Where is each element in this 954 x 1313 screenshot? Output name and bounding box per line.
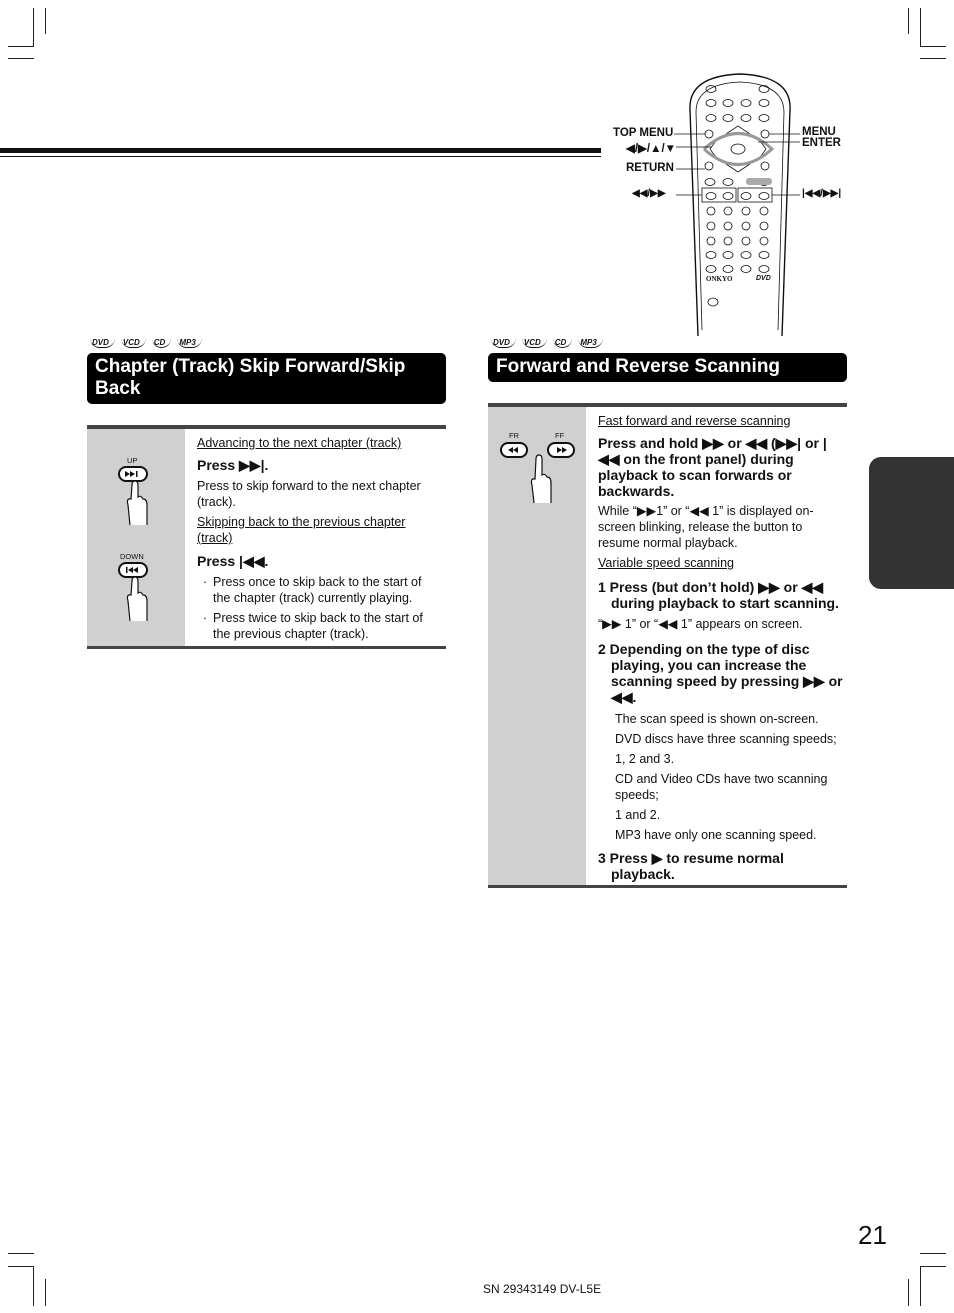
header-rule-thin — [0, 156, 601, 157]
scanning-instructions: Fast forward and reverse scanning Press … — [598, 413, 843, 882]
down-button-label: DOWN — [120, 552, 144, 561]
disc-type-badges: DVD VCD CD MP3 — [491, 338, 603, 348]
crop-mark — [33, 1266, 34, 1306]
note-line: The scan speed is shown on-screen. — [615, 712, 819, 726]
section-title-chapter-skip: Chapter (Track) Skip Forward/Skip Back — [87, 353, 446, 404]
callout-top-menu: TOP MENU — [613, 127, 674, 139]
skip-prev-icon — [118, 562, 148, 622]
callout-return: RETURN — [626, 162, 674, 174]
chapter-skip-panel: UP DOWN Advancing to the next chapter (t… — [87, 425, 446, 649]
fr-button-label: FR — [509, 431, 519, 440]
step-3: 3 Press ▶ to resume normal playback. — [598, 850, 784, 882]
crop-mark — [908, 1279, 909, 1306]
header-rule — [0, 148, 601, 153]
note-line: 1 and 2. — [615, 808, 661, 822]
crop-mark — [45, 8, 46, 34]
crop-mark — [45, 1279, 46, 1306]
step-next-description: Press to skip forward to the next chapte… — [197, 479, 421, 509]
pressing-hand-icon — [530, 454, 552, 504]
bullet-item: · Press twice to skip back to the start o… — [202, 611, 423, 641]
disc-badge-vcd: VCD — [521, 338, 547, 348]
scan-description: While “▶▶1” or “◀◀ 1” is displayed on-sc… — [598, 504, 814, 550]
step-1: 1 Press (but don’t hold) ▶▶ or ◀◀ during… — [598, 579, 839, 611]
page-number: 21 — [858, 1220, 887, 1250]
disc-badge-dvd: DVD — [491, 338, 516, 348]
disc-badge-dvd: DVD — [90, 338, 115, 348]
crop-mark — [920, 1266, 921, 1306]
crop-mark — [920, 58, 946, 59]
note-line: 1, 2 and 3. — [615, 752, 675, 766]
subheading-variable-speed: Variable speed scanning — [598, 556, 734, 570]
note-line: MP3 have only one scanning speed. — [615, 828, 817, 842]
crop-mark — [920, 46, 946, 47]
callout-enter: ENTER — [802, 137, 841, 149]
note-line: DVD discs have three scanning speeds; — [615, 732, 837, 746]
chapter-skip-instructions: Advancing to the next chapter (track) Pr… — [197, 435, 442, 642]
subheading-previous-chapter: Skipping back to the previous chapter (t… — [197, 515, 406, 545]
remote-brand: ONKYO — [706, 275, 733, 283]
crop-mark — [8, 1266, 34, 1267]
disc-badge-cd: CD — [151, 338, 172, 348]
disc-badge-cd: CD — [552, 338, 573, 348]
step-press-next: Press ▶▶|. — [197, 457, 269, 473]
crop-mark — [920, 8, 921, 46]
chapter-side-tab — [869, 457, 954, 589]
crop-mark — [908, 8, 909, 34]
crop-mark — [8, 46, 34, 47]
footer-serial: SN 29343149 DV-L5E — [483, 1282, 602, 1296]
illustration-column: FR FF — [488, 407, 586, 885]
remote-dvd-logo: DVD — [756, 275, 771, 282]
callout-skip: |◀◀/▶▶| — [802, 188, 842, 199]
note-line: CD and Video CDs have two scanning speed… — [615, 772, 828, 802]
subheading-fast-scan: Fast forward and reverse scanning — [598, 414, 791, 428]
step-press-previous: Press |◀◀. — [197, 553, 269, 569]
callout-scan: ◀◀/▶▶ — [632, 188, 666, 199]
remote-control-illustration — [674, 73, 800, 337]
callout-arrows: ◀/▶/▲/▼ — [626, 143, 677, 155]
subheading-next-chapter: Advancing to the next chapter (track) — [197, 436, 402, 450]
ff-button-label: FF — [555, 431, 565, 440]
crop-mark — [920, 1253, 946, 1254]
section-title-scanning: Forward and Reverse Scanning — [488, 353, 847, 382]
disc-badge-mp3: MP3 — [177, 338, 202, 348]
bullet-item: · Press once to skip back to the start of… — [202, 575, 422, 605]
crop-mark — [8, 1253, 34, 1254]
crop-mark — [920, 1266, 946, 1267]
step-2: 2 Depending on the type of disc playing,… — [598, 641, 843, 705]
step-press-and-hold: Press and hold ▶▶ or ◀◀ (▶▶| or |◀◀ on t… — [598, 435, 827, 499]
crop-mark — [33, 8, 34, 46]
skip-next-icon — [118, 466, 148, 526]
up-button-label: UP — [127, 456, 138, 465]
step-1-note: “▶▶ 1” or “◀◀ 1” appears on screen. — [598, 617, 803, 631]
illustration-column: UP DOWN — [87, 429, 185, 646]
disc-badge-mp3: MP3 — [578, 338, 603, 348]
crop-mark — [8, 58, 34, 59]
disc-type-badges: DVD VCD CD MP3 — [90, 338, 202, 348]
step-2-notes: The scan speed is shown on-screen. DVD d… — [598, 711, 843, 843]
disc-badge-vcd: VCD — [120, 338, 146, 348]
scanning-panel: FR FF Fast forward and reverse scanning … — [488, 403, 847, 888]
